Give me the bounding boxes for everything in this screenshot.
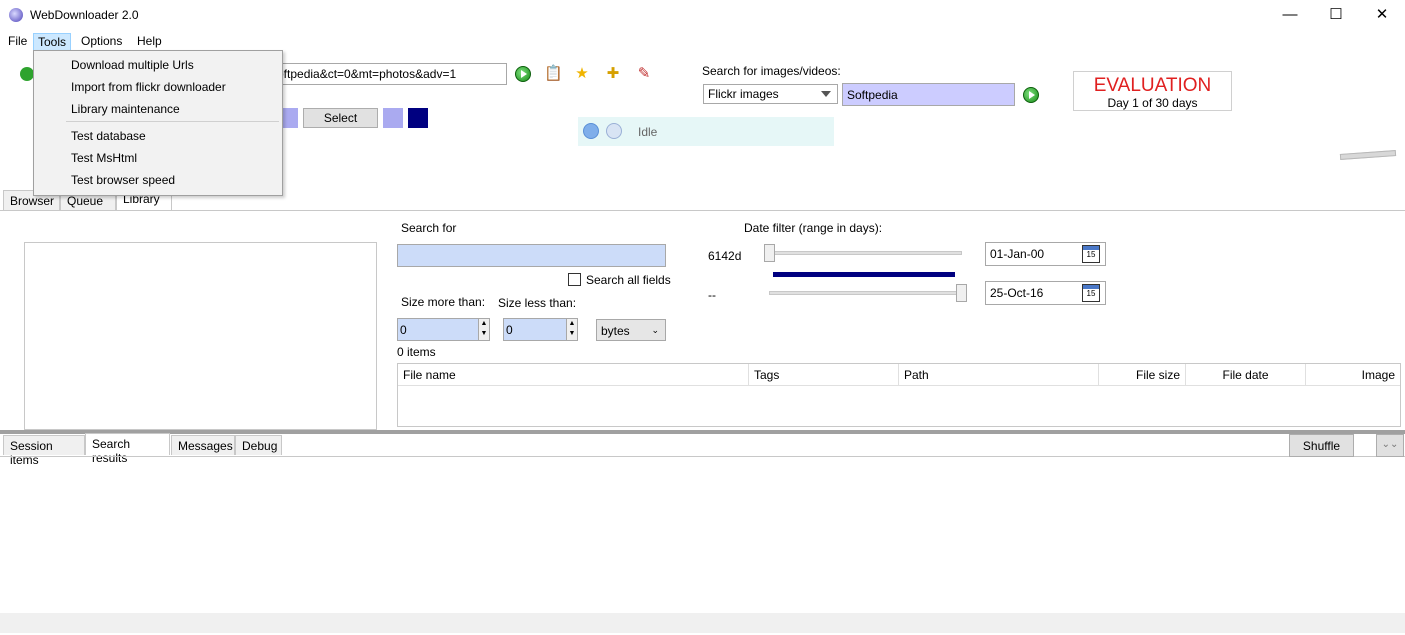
panel-splitter[interactable] — [0, 430, 1405, 434]
column-header-file-date[interactable]: File date — [1186, 364, 1306, 385]
column-header-file-size[interactable]: File size — [1099, 364, 1186, 385]
select-button[interactable]: Select — [303, 108, 378, 128]
menu-item-library-maintenance[interactable]: Library maintenance — [71, 102, 180, 116]
size-less-input[interactable]: 0 ▲ ▼ — [503, 318, 578, 341]
search-media-label: Search for images/videos: — [702, 64, 841, 78]
menu-help[interactable]: Help — [133, 33, 166, 51]
app-globe-icon — [9, 8, 23, 22]
evaluation-subtitle: Day 1 of 30 days — [1107, 96, 1198, 110]
menu-options[interactable]: Options — [77, 33, 126, 51]
source-select-value: Flickr images — [708, 87, 779, 101]
status-text: Idle — [638, 125, 658, 139]
evaluation-title: EVALUATION — [1093, 75, 1212, 96]
column-header-tags[interactable]: Tags — [749, 364, 899, 385]
paste-icon[interactable]: 📋 — [544, 65, 563, 83]
tab-search-results[interactable]: Search results — [85, 433, 170, 465]
menu-item-download-multiple[interactable]: Download multiple Urls — [71, 58, 194, 72]
keyword-input[interactable] — [842, 83, 1015, 106]
tab-messages[interactable]: Messages — [171, 435, 235, 455]
items-count: 0 items — [397, 345, 436, 359]
title-bar — [0, 0, 1405, 30]
column-header-file-name[interactable]: File name — [398, 364, 749, 385]
pause-icon[interactable] — [606, 123, 622, 139]
menu-file[interactable]: File — [4, 33, 31, 51]
date-from-value: 01-Jan-00 — [990, 247, 1045, 261]
window-title: WebDownloader 2.0 — [30, 8, 139, 22]
calendar-icon[interactable]: 15 — [1082, 245, 1100, 263]
library-search-input[interactable] — [397, 244, 666, 267]
search-for-label: Search for — [401, 221, 457, 235]
date-range-bar — [773, 272, 955, 277]
back-icon[interactable] — [20, 67, 34, 81]
size-less-label: Size less than: — [498, 296, 577, 310]
collapse-icon[interactable]: ⌄⌄ — [1376, 434, 1404, 457]
minimize-button[interactable]: — — [1267, 0, 1313, 30]
size-more-label: Size more than: — [401, 295, 486, 309]
size-more-spinner[interactable]: ▲ ▼ — [478, 319, 489, 340]
size-more-value: 0 — [400, 323, 407, 337]
star-icon[interactable]: ★ — [573, 65, 591, 83]
date-to-slider-track[interactable] — [769, 291, 962, 295]
url-input[interactable] — [270, 63, 507, 85]
header-divider — [398, 385, 1400, 386]
column-header-image[interactable]: Image — [1306, 364, 1400, 385]
search-all-fields-label: Search all fields — [586, 273, 671, 287]
column-header-path[interactable]: Path — [899, 364, 1099, 385]
shuffle-button[interactable]: Shuffle — [1289, 434, 1354, 457]
menu-item-import-flickr[interactable]: Import from flickr downloader — [71, 80, 226, 94]
date-filter-label: Date filter (range in days): — [744, 221, 883, 235]
color-swatch-dark[interactable] — [408, 108, 428, 128]
menu-item-test-database[interactable]: Test database — [71, 129, 146, 143]
size-more-input[interactable]: 0 ▲ ▼ — [397, 318, 490, 341]
tools-dropdown: Download multiple Urls Import from flick… — [33, 50, 283, 196]
color-swatch-light[interactable] — [283, 108, 298, 128]
search-go-icon[interactable] — [1023, 87, 1039, 103]
size-unit-value: bytes — [601, 324, 630, 338]
range-from-value: 6142d — [708, 249, 742, 263]
date-from-slider-thumb[interactable] — [764, 244, 775, 262]
search-all-fields-checkbox[interactable] — [568, 273, 581, 286]
size-unit-select[interactable]: bytes ⌄ — [596, 319, 666, 341]
horizontal-scrollbar[interactable] — [0, 613, 1405, 633]
calendar-icon[interactable]: 15 — [1082, 284, 1100, 302]
menu-tools[interactable]: Tools — [33, 33, 72, 51]
menu-separator — [66, 121, 279, 122]
settings-icon[interactable]: ✎ — [635, 65, 653, 83]
tab-session-items[interactable]: Session items — [3, 435, 85, 467]
range-to-value: -- — [708, 288, 716, 302]
source-select[interactable]: Flickr images — [703, 84, 838, 104]
status-panel: Idle — [578, 117, 834, 146]
date-to-slider-thumb[interactable] — [956, 284, 967, 302]
chevron-down-icon: ⌄ — [651, 325, 659, 335]
size-less-spinner[interactable]: ▲ ▼ — [566, 319, 577, 340]
library-tree[interactable] — [24, 242, 377, 430]
add-favorite-icon[interactable]: ✚ — [604, 65, 622, 83]
menu-bar — [0, 30, 1405, 50]
bottom-panel-border — [0, 456, 1405, 457]
date-from-slider-track[interactable] — [769, 251, 962, 255]
evaluation-box: EVALUATION Day 1 of 30 days — [1073, 71, 1232, 111]
menu-item-test-mshtml[interactable]: Test MsHtml — [71, 151, 137, 165]
date-from-field[interactable]: 01-Jan-00 15 — [985, 242, 1106, 266]
maximize-button[interactable]: ☐ — [1313, 0, 1359, 30]
color-swatch-light-2[interactable] — [383, 108, 403, 128]
chevron-down-icon — [821, 91, 831, 97]
resize-grip[interactable] — [1339, 150, 1397, 160]
go-icon[interactable] — [515, 66, 531, 82]
tab-panel-border — [0, 210, 1405, 211]
size-less-value: 0 — [506, 323, 513, 337]
close-button[interactable]: ✕ — [1359, 0, 1405, 30]
play-icon[interactable] — [583, 123, 599, 139]
date-to-field[interactable]: 25-Oct-16 15 — [985, 281, 1106, 305]
menu-item-test-browser-speed[interactable]: Test browser speed — [71, 173, 175, 187]
tab-debug[interactable]: Debug — [235, 435, 282, 455]
library-table[interactable]: File name Tags Path File size File date … — [397, 363, 1401, 427]
date-to-value: 25-Oct-16 — [990, 286, 1044, 300]
